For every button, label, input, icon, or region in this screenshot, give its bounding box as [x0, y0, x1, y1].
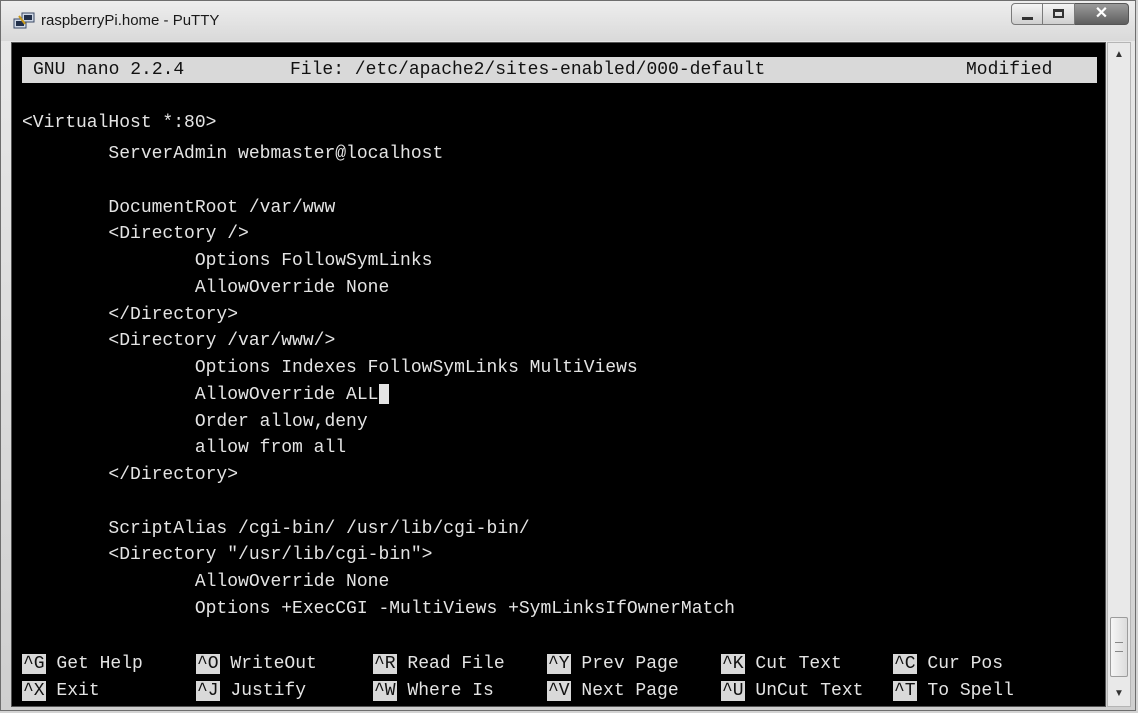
code-line: AllowOverride None	[22, 278, 390, 298]
nano-header: GNU nano 2.2.4 File: /etc/apache2/sites-…	[22, 57, 1097, 83]
nano-version: GNU nano 2.2.4	[33, 60, 185, 80]
shortcut-to-spell[interactable]: ^T To Spell	[893, 678, 1014, 704]
shortcut-where-is[interactable]: ^W Where Is	[373, 678, 494, 704]
shortcut-key: ^U	[721, 681, 745, 701]
nano-status: Modified	[966, 60, 1053, 80]
shortcut-row-2: ^X Exit ^J Justify ^W Where Is ^V Next P…	[22, 678, 1102, 704]
shortcut-label: Where Is	[396, 681, 494, 701]
code-line: Options FollowSymLinks	[22, 251, 433, 271]
shortcut-label: Next Page	[570, 681, 679, 701]
shortcut-label: WriteOut	[219, 654, 317, 674]
code-line: Order allow,deny	[22, 412, 368, 432]
minimize-icon	[1022, 17, 1033, 20]
window-title: raspberryPi.home - PuTTY	[41, 12, 220, 29]
code-line: <Directory "/usr/lib/cgi-bin">	[22, 545, 433, 565]
shortcut-exit[interactable]: ^X Exit	[22, 678, 100, 704]
shortcut-key: ^T	[893, 681, 917, 701]
shortcut-key: ^X	[22, 681, 46, 701]
putty-window: raspberryPi.home - PuTTY ✕ GNU nano 2.2.…	[0, 0, 1136, 711]
shortcut-get-help[interactable]: ^G Get Help	[22, 651, 143, 677]
shortcut-key: ^K	[721, 654, 745, 674]
shortcut-key: ^G	[22, 654, 46, 674]
putty-icon	[13, 12, 35, 29]
shortcut-key: ^C	[893, 654, 917, 674]
code-line-with-cursor: AllowOverride ALL	[22, 382, 390, 408]
code-line: <VirtualHost *:80>	[22, 113, 217, 133]
code-line: </Directory>	[22, 305, 239, 325]
shortcut-label: Read File	[396, 654, 505, 674]
shortcut-read-file[interactable]: ^R Read File	[373, 651, 505, 677]
code-line: Options Indexes FollowSymLinks MultiView…	[22, 358, 638, 378]
shortcut-key: ^V	[547, 681, 571, 701]
grip-icon	[1115, 642, 1123, 652]
code-line: ServerAdmin webmaster@localhost	[22, 144, 444, 164]
maximize-icon	[1053, 9, 1064, 18]
shortcut-label: Cur Pos	[916, 654, 1004, 674]
minimize-button[interactable]	[1011, 3, 1043, 25]
shortcut-cut-text[interactable]: ^K Cut Text	[721, 651, 842, 677]
scroll-up-icon[interactable]: ▲	[1108, 43, 1130, 67]
nano-filename: File: /etc/apache2/sites-enabled/000-def…	[290, 60, 766, 80]
shortcut-label: Get Help	[45, 654, 143, 674]
shortcut-next-page[interactable]: ^V Next Page	[547, 678, 679, 704]
shortcut-cur-pos[interactable]: ^C Cur Pos	[893, 651, 1003, 677]
code-line: </Directory>	[22, 465, 239, 485]
scroll-down-icon[interactable]: ▼	[1108, 682, 1130, 706]
shortcut-key: ^J	[196, 681, 220, 701]
shortcut-key: ^W	[373, 681, 397, 701]
shortcut-label: Justify	[219, 681, 307, 701]
shortcut-prev-page[interactable]: ^Y Prev Page	[547, 651, 679, 677]
code-line-text: AllowOverride ALL	[22, 385, 379, 405]
shortcut-row-1: ^G Get Help ^O WriteOut ^R Read File ^Y …	[22, 651, 1102, 677]
shortcut-uncut-text[interactable]: ^U UnCut Text	[721, 678, 863, 704]
scrollbar-thumb[interactable]	[1110, 617, 1128, 677]
shortcut-key: ^O	[196, 654, 220, 674]
code-line: <Directory /var/www/>	[22, 331, 336, 351]
code-line: DocumentRoot /var/www	[22, 198, 336, 218]
maximize-button[interactable]	[1043, 3, 1075, 25]
window-controls: ✕	[1011, 3, 1129, 25]
text-cursor	[379, 384, 390, 405]
code-line: <Directory />	[22, 224, 249, 244]
code-line: Options +ExecCGI -MultiViews +SymLinksIf…	[22, 599, 735, 619]
shortcut-label: To Spell	[916, 681, 1014, 701]
shortcut-justify[interactable]: ^J Justify	[196, 678, 306, 704]
shortcut-label: Exit	[45, 681, 100, 701]
shortcut-key: ^R	[373, 654, 397, 674]
shortcut-label: Cut Text	[744, 654, 842, 674]
code-line: AllowOverride None	[22, 572, 390, 592]
terminal-area[interactable]: GNU nano 2.2.4 File: /etc/apache2/sites-…	[11, 42, 1106, 707]
code-line: ScriptAlias /cgi-bin/ /usr/lib/cgi-bin/	[22, 519, 530, 539]
code-line: allow from all	[22, 438, 347, 458]
shortcut-label: Prev Page	[570, 654, 679, 674]
shortcut-key: ^Y	[547, 654, 571, 674]
close-button[interactable]: ✕	[1075, 3, 1129, 25]
shortcut-label: UnCut Text	[744, 681, 864, 701]
close-icon: ✕	[1094, 5, 1109, 22]
title-bar[interactable]: raspberryPi.home - PuTTY ✕	[1, 1, 1135, 41]
shortcut-writeout[interactable]: ^O WriteOut	[196, 651, 317, 677]
vertical-scrollbar[interactable]: ▲ ▼	[1107, 42, 1131, 707]
